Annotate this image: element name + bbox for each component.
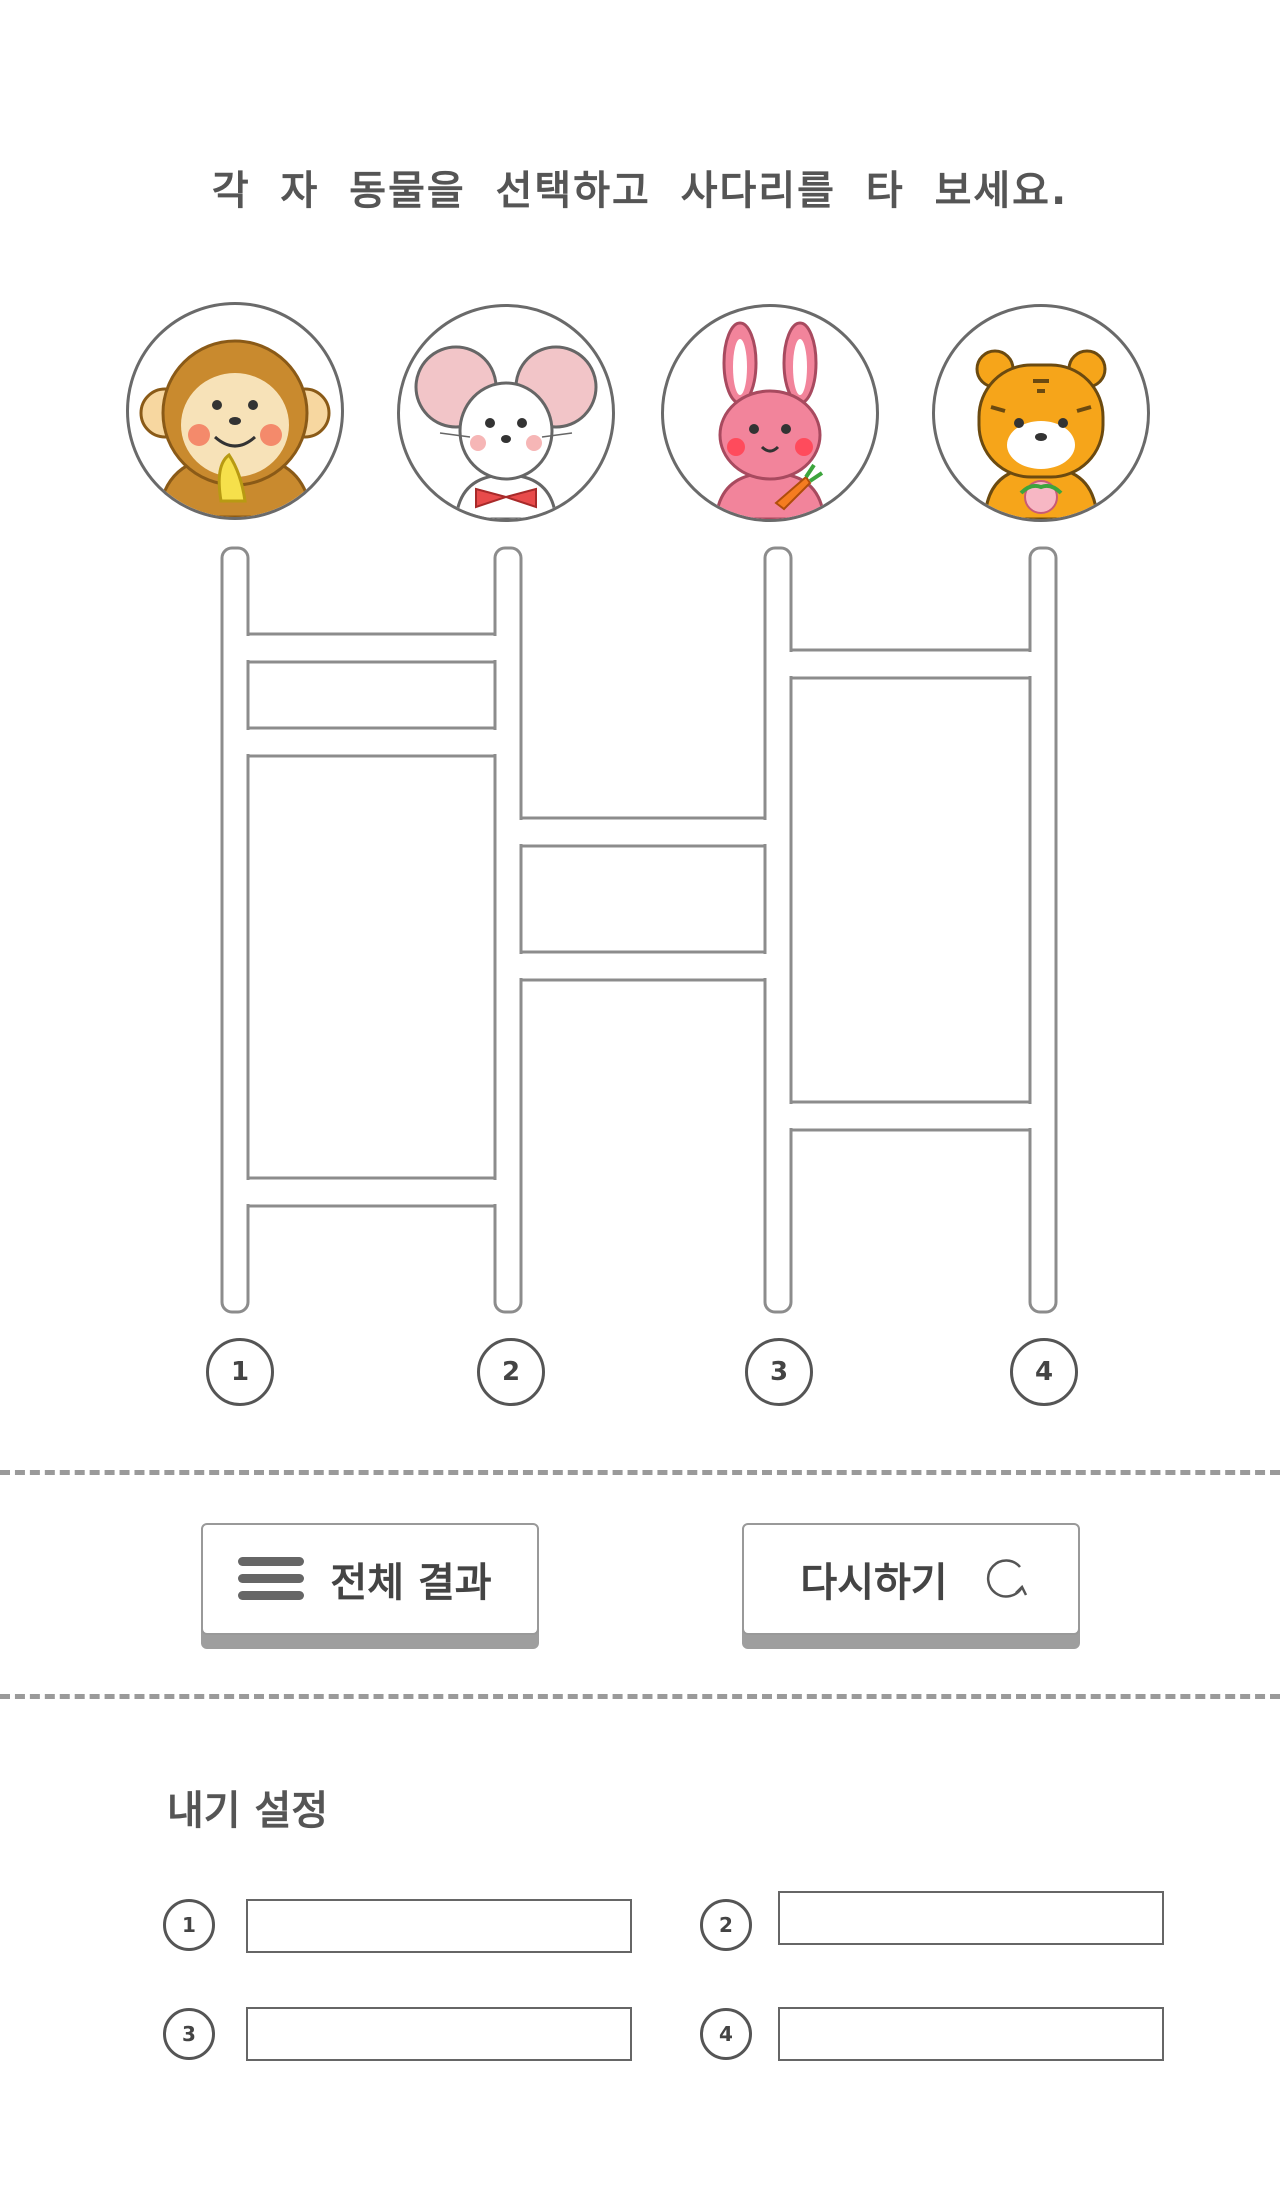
- page-title: 각 자 동물을 선택하고 사다리를 타 보세요.: [211, 168, 1069, 214]
- animal-monkey[interactable]: [126, 302, 344, 520]
- menu-icon: [238, 1557, 305, 1601]
- setting-input-2[interactable]: [778, 1891, 1164, 1945]
- animal-rabbit[interactable]: [661, 304, 879, 522]
- divider: [0, 1470, 1280, 1475]
- results-button-label: 전체 결과: [330, 1560, 492, 1606]
- setting-input-4[interactable]: [778, 2007, 1164, 2061]
- setting-number-3: 3: [163, 2008, 215, 2060]
- setting-input-1[interactable]: [246, 1899, 632, 1953]
- setting-number-1: 1: [163, 1899, 215, 1951]
- ladder-number-4: 4: [1010, 1338, 1078, 1406]
- refresh-icon: [986, 1559, 1027, 1598]
- results-button[interactable]: 전체 결과: [201, 1523, 539, 1635]
- retry-button[interactable]: 다시하기: [742, 1523, 1080, 1635]
- ladder-number-1: 1: [206, 1338, 274, 1406]
- rabbit-icon: [714, 321, 826, 519]
- setting-number-2: 2: [700, 1899, 752, 1951]
- settings-title: 내기 설정: [167, 1788, 329, 1834]
- monkey-icon: [139, 339, 331, 517]
- ladder-number-3: 3: [745, 1338, 813, 1406]
- animal-mouse[interactable]: [397, 304, 615, 522]
- ladder: [220, 546, 1058, 1314]
- setting-input-3[interactable]: [246, 2007, 632, 2061]
- tiger-icon: [975, 349, 1107, 519]
- animal-tiger[interactable]: [932, 304, 1150, 522]
- setting-number-4: 4: [700, 2008, 752, 2060]
- mouse-icon: [414, 345, 598, 519]
- divider: [0, 1694, 1280, 1699]
- ladder-number-2: 2: [477, 1338, 545, 1406]
- retry-button-label: 다시하기: [800, 1560, 948, 1606]
